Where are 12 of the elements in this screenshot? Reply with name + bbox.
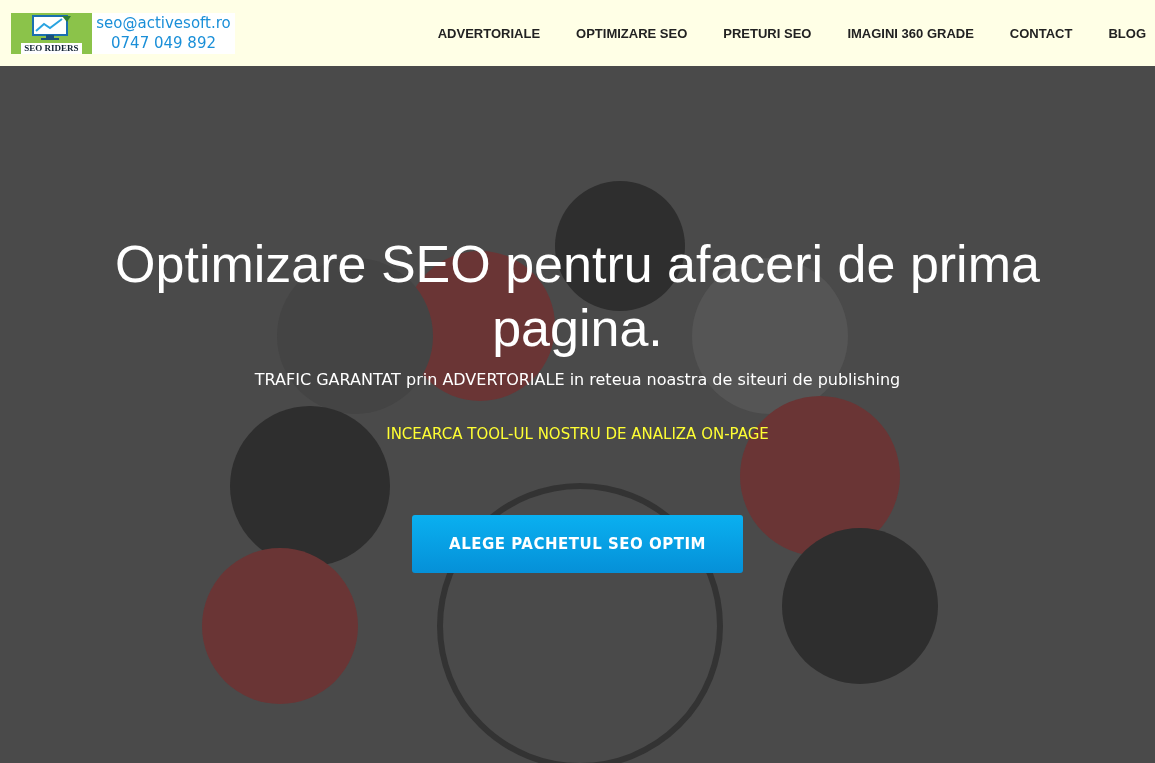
logo[interactable]: SEO RIDERS — [11, 12, 92, 54]
phone-number: 0747 049 892 — [111, 33, 216, 53]
nav-link[interactable]: ADVERTORIALE — [419, 25, 559, 41]
nav-link[interactable]: BLOG — [1090, 25, 1155, 41]
hero-subtitle: TRAFIC GARANTAT prin ADVERTORIALE in reteua noastra de siteuri de publishing — [254, 370, 901, 389]
nav-link[interactable]: PRETURI SEO — [705, 25, 830, 41]
email-link[interactable]: seo@activesoft.ro — [96, 13, 231, 33]
nav-link[interactable]: CONTACT — [991, 25, 1091, 41]
hero-title: Optimizare SEO pentru afaceri de prima pagina. — [114, 234, 1041, 359]
nav-link[interactable]: IMAGINI 360 GRADE — [829, 25, 992, 41]
nav-link[interactable]: OPTIMIZARE SEO — [558, 25, 706, 41]
analysis-tool-link[interactable]: INCEARCA TOOL-UL NOSTRU DE ANALIZA ON-PAGE — [386, 425, 769, 443]
